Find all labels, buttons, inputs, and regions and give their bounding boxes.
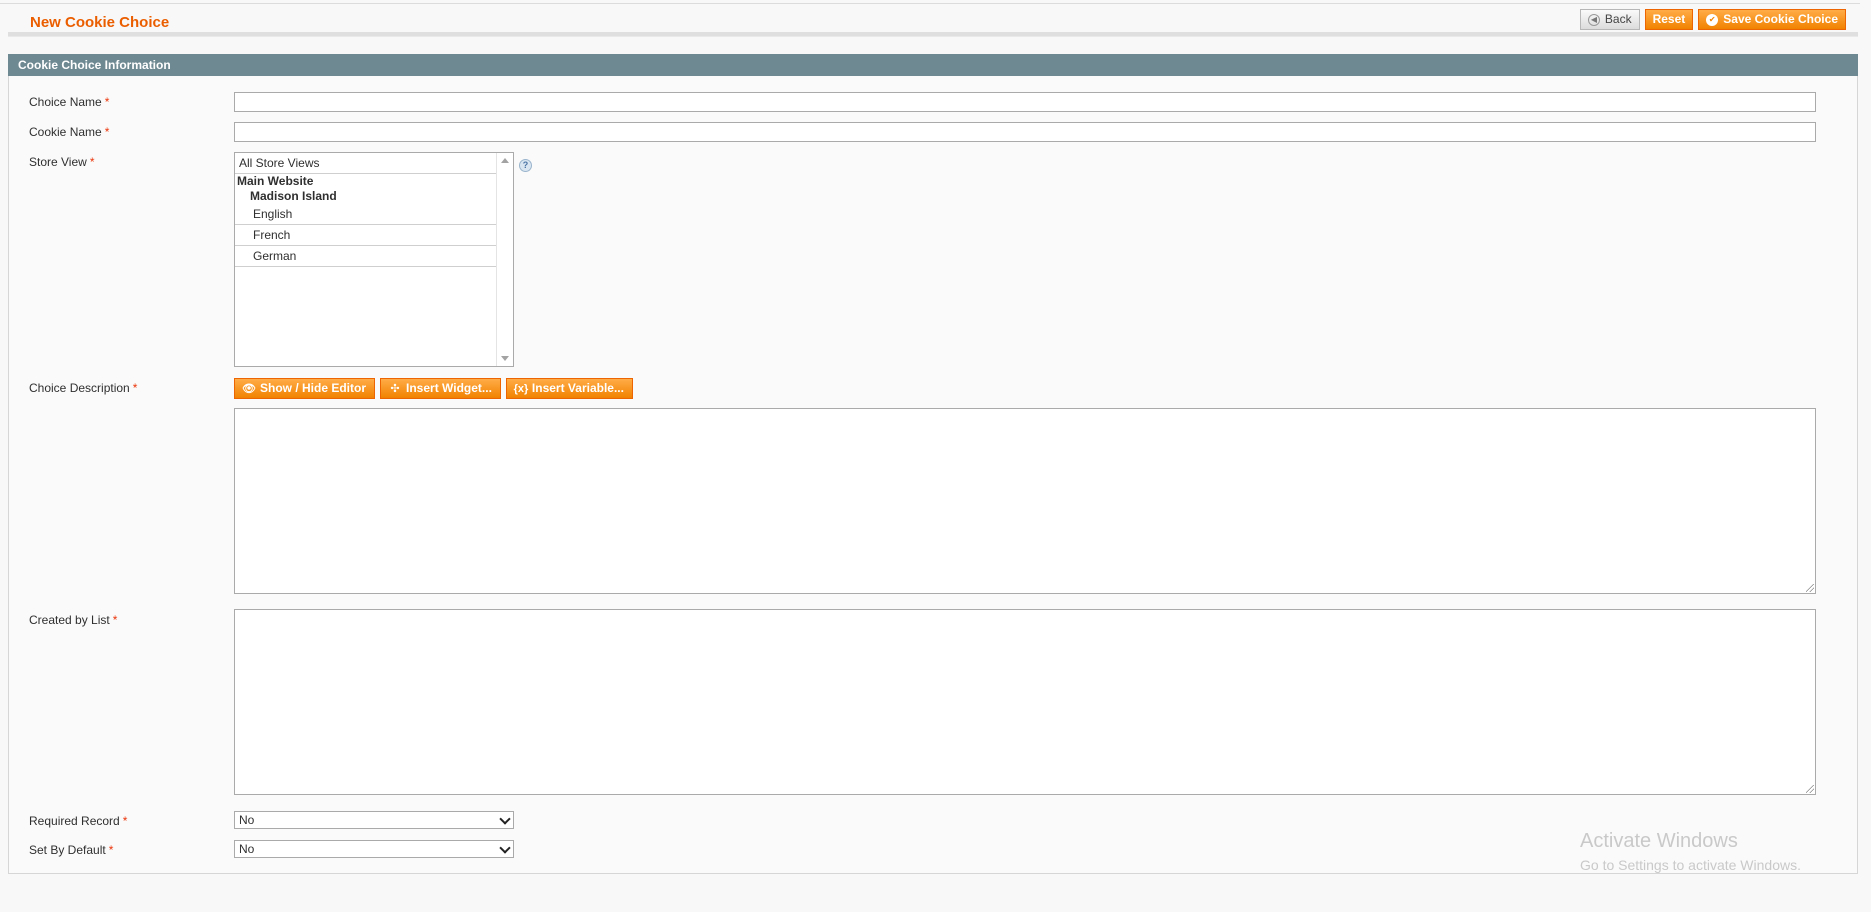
option-german[interactable]: German [235,246,497,267]
page-header: New Cookie Choice ◀ Back Reset ✔ Save Co… [0,3,1860,34]
activate-windows-watermark: Activate Windows Go to Settings to activ… [1580,830,1801,873]
page-title: New Cookie Choice [30,14,170,31]
insert-variable-label: Insert Variable... [531,381,624,395]
choice-description-label: Choice Description * [29,381,137,395]
choice-name-input[interactable] [234,92,1816,112]
optgroup-main-website: Main Website [237,174,314,188]
resize-grip-icon[interactable] [1806,584,1814,592]
store-view-multiselect[interactable]: All Store Views Main Website Madison Isl… [234,152,514,367]
reset-button[interactable]: Reset [1644,9,1694,30]
store-view-options: All Store Views Main Website Madison Isl… [235,153,497,267]
watermark-title: Activate Windows [1580,830,1738,852]
option-all-store-views[interactable]: All Store Views [235,153,497,174]
cookie-name-label-text: Cookie Name [29,125,102,139]
option-english[interactable]: English [235,204,497,225]
editor-toolbar: 👁 Show / Hide Editor ✣ Insert Widget... … [234,378,633,399]
created-by-list-label: Created by List * [29,613,117,627]
required-mark: * [108,843,114,857]
optgroup-madison-island: Madison Island [250,189,337,203]
reset-button-label: Reset [1652,12,1686,26]
header-divider [8,32,1858,37]
chevron-down-icon [499,842,511,854]
variable-icon: {x} [513,382,529,395]
check-icon: ✔ [1706,13,1719,26]
scroll-up-arrow-icon[interactable] [501,158,509,163]
required-record-label-text: Required Record [29,814,120,828]
store-view-scrollbar[interactable] [496,153,513,366]
insert-widget-button[interactable]: ✣ Insert Widget... [380,378,501,399]
required-mark: * [104,95,110,109]
resize-grip-icon[interactable] [1806,785,1814,793]
created-by-list-textarea[interactable] [234,609,1816,795]
set-by-default-value: No [239,842,255,856]
back-arrow-icon: ◀ [1587,13,1600,26]
back-button-label: Back [1604,12,1632,26]
choice-name-label: Choice Name * [29,95,109,109]
show-hide-editor-label: Show / Hide Editor [260,381,367,395]
set-by-default-select[interactable]: No [234,840,514,858]
watermark-subtitle: Go to Settings to activate Windows. [1580,857,1801,873]
scroll-down-arrow-icon[interactable] [501,356,509,361]
header-actions: ◀ Back Reset ✔ Save Cookie Choice [1579,9,1846,30]
widget-icon: ✣ [390,382,400,395]
store-view-label-text: Store View [29,155,87,169]
set-by-default-label: Set By Default * [29,843,113,857]
insert-variable-button[interactable]: {x} Insert Variable... [505,378,633,399]
store-view-label: Store View * [29,155,94,169]
choice-description-label-text: Choice Description [29,381,130,395]
required-mark: * [89,155,95,169]
required-mark: * [132,381,138,395]
required-record-label: Required Record * [29,814,127,828]
required-mark: * [104,125,110,139]
section-header: Cookie Choice Information [8,54,1858,76]
show-hide-editor-button[interactable]: 👁 Show / Hide Editor [234,378,376,399]
required-mark: * [122,814,128,828]
chevron-down-icon [499,813,511,825]
eye-icon: 👁 [242,382,256,395]
back-button[interactable]: ◀ Back [1579,9,1640,30]
save-button-label: Save Cookie Choice [1723,12,1838,26]
insert-widget-label: Insert Widget... [406,381,492,395]
option-french[interactable]: French [235,225,497,246]
help-icon[interactable]: ? [519,159,532,172]
required-record-select[interactable]: No [234,811,514,829]
choice-name-label-text: Choice Name [29,95,102,109]
cookie-name-input[interactable] [234,122,1816,142]
save-cookie-choice-button[interactable]: ✔ Save Cookie Choice [1698,9,1846,30]
choice-description-textarea[interactable] [234,408,1816,594]
created-by-list-label-text: Created by List [29,613,110,627]
set-by-default-label-text: Set By Default [29,843,106,857]
required-record-value: No [239,813,255,827]
cookie-name-label: Cookie Name * [29,125,109,139]
required-mark: * [112,613,118,627]
